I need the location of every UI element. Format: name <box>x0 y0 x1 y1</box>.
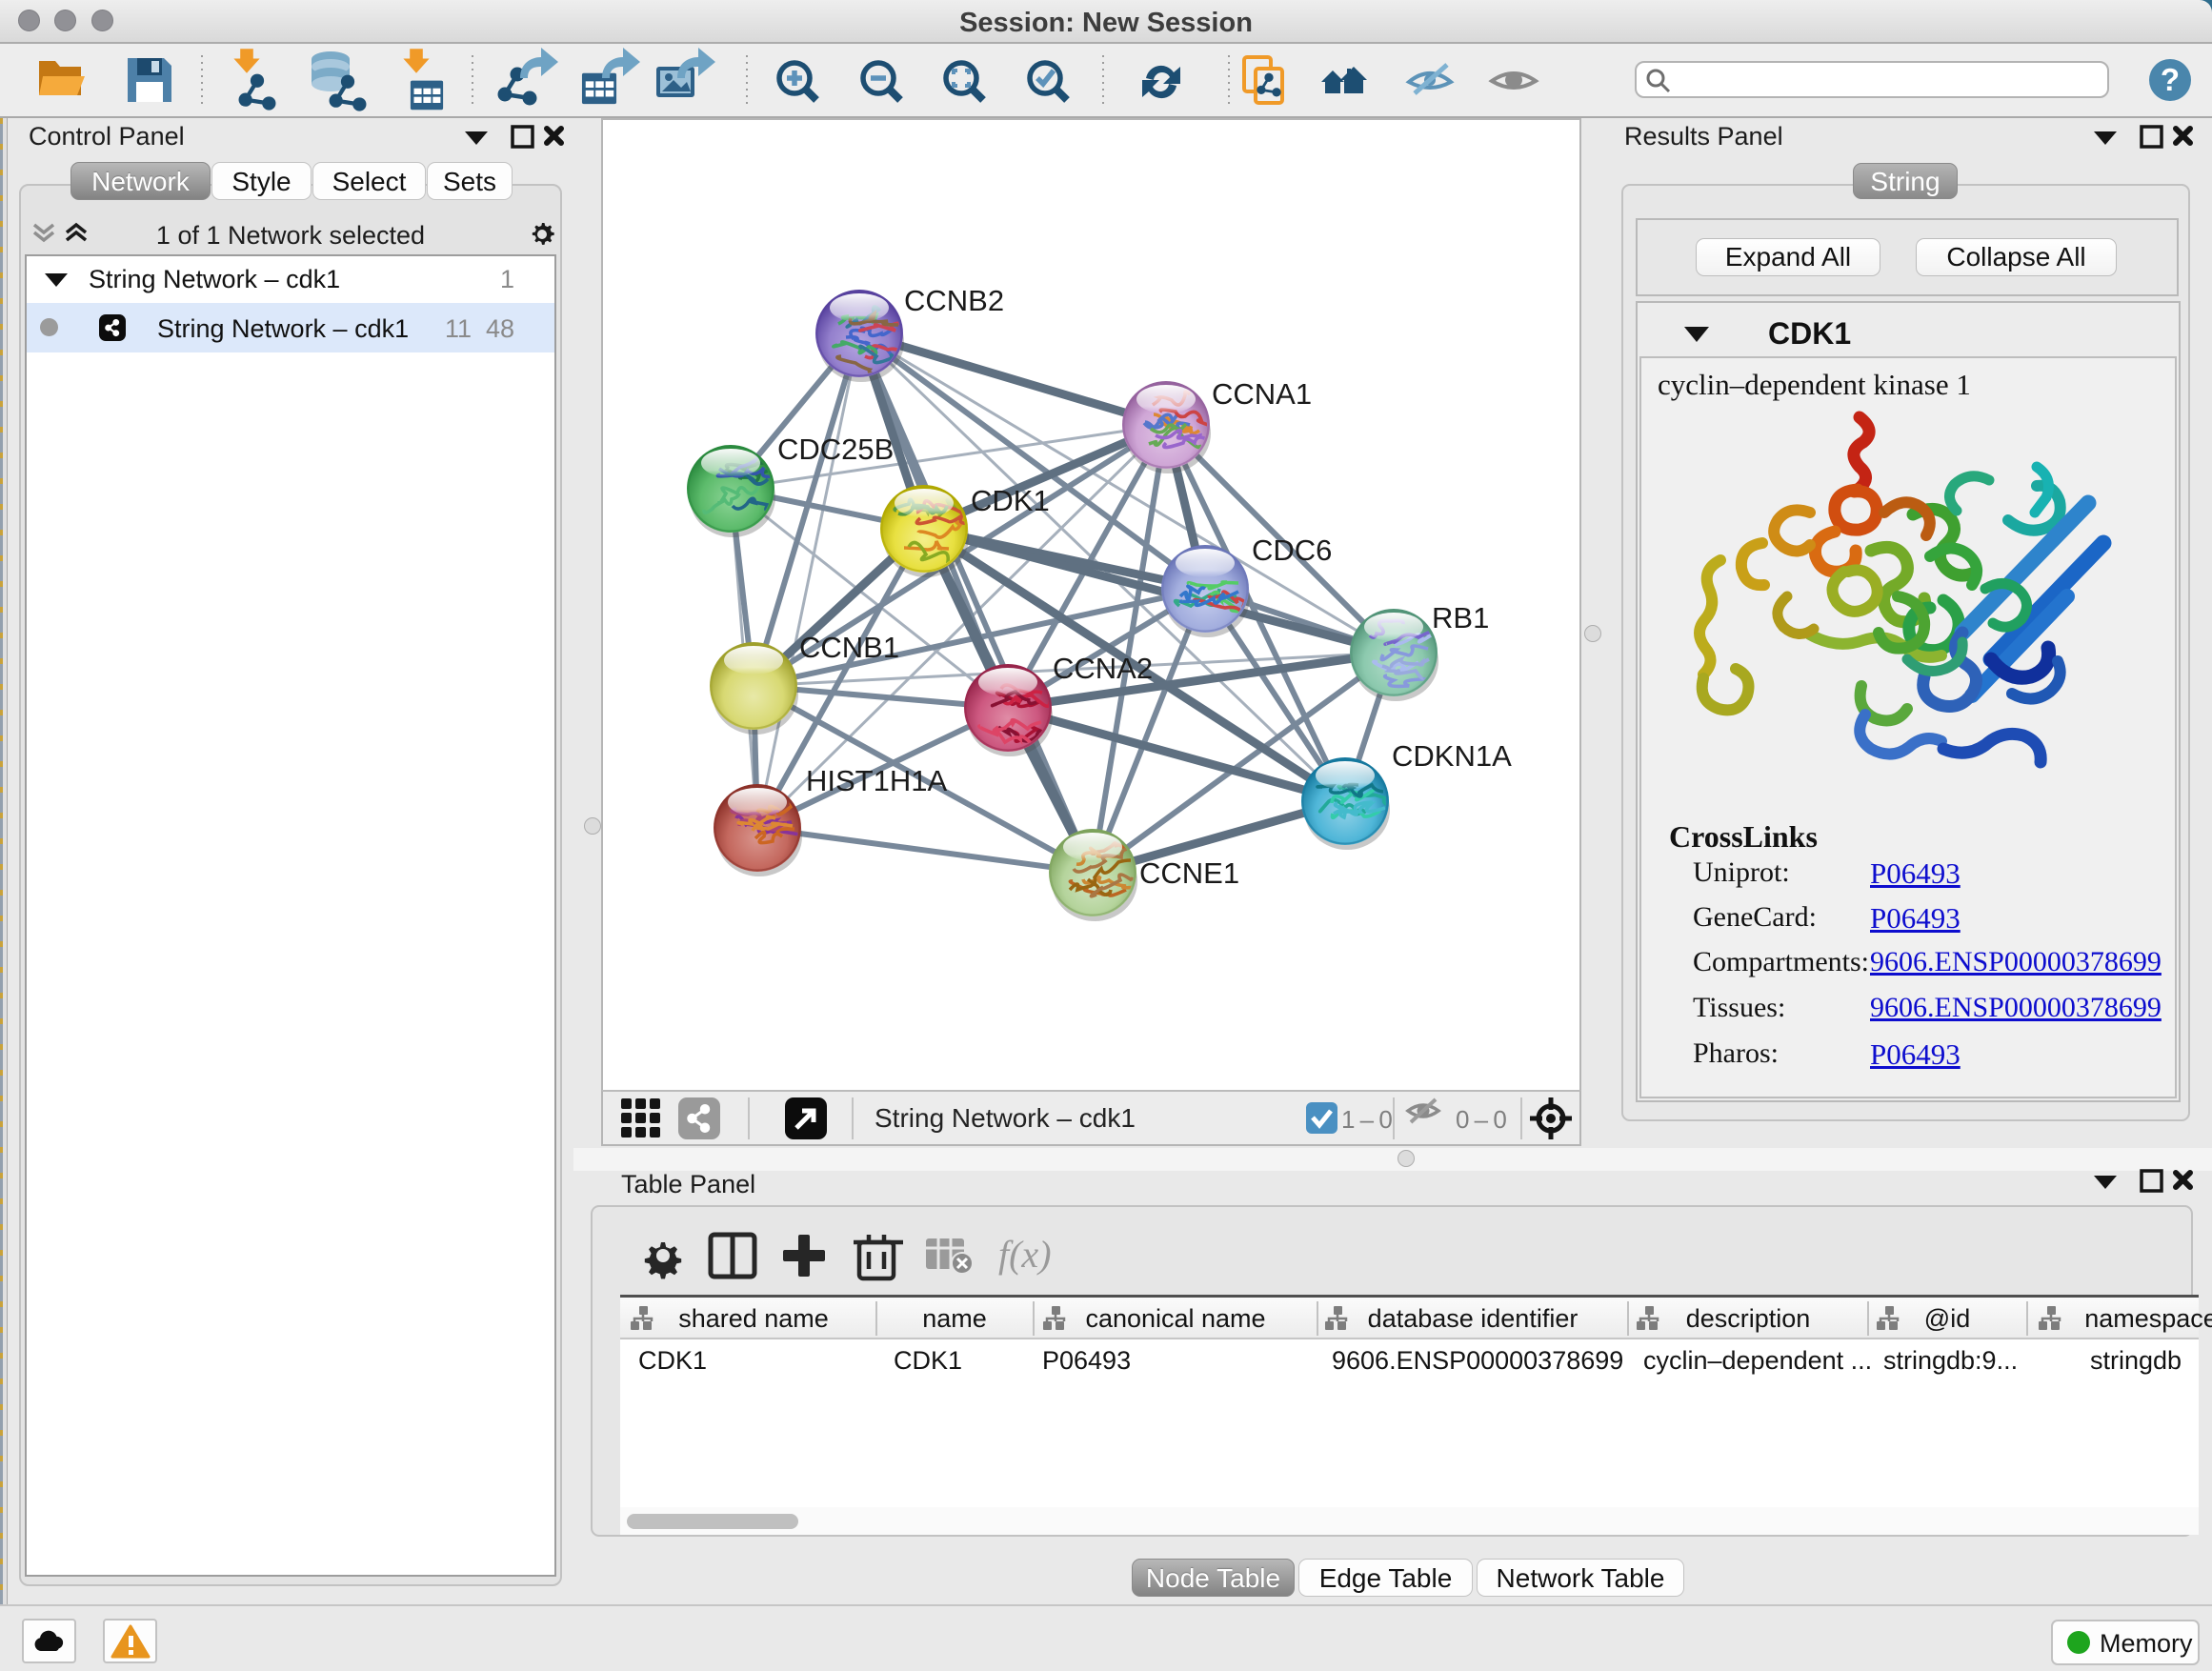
svg-text:f(x): f(x) <box>998 1233 1052 1276</box>
